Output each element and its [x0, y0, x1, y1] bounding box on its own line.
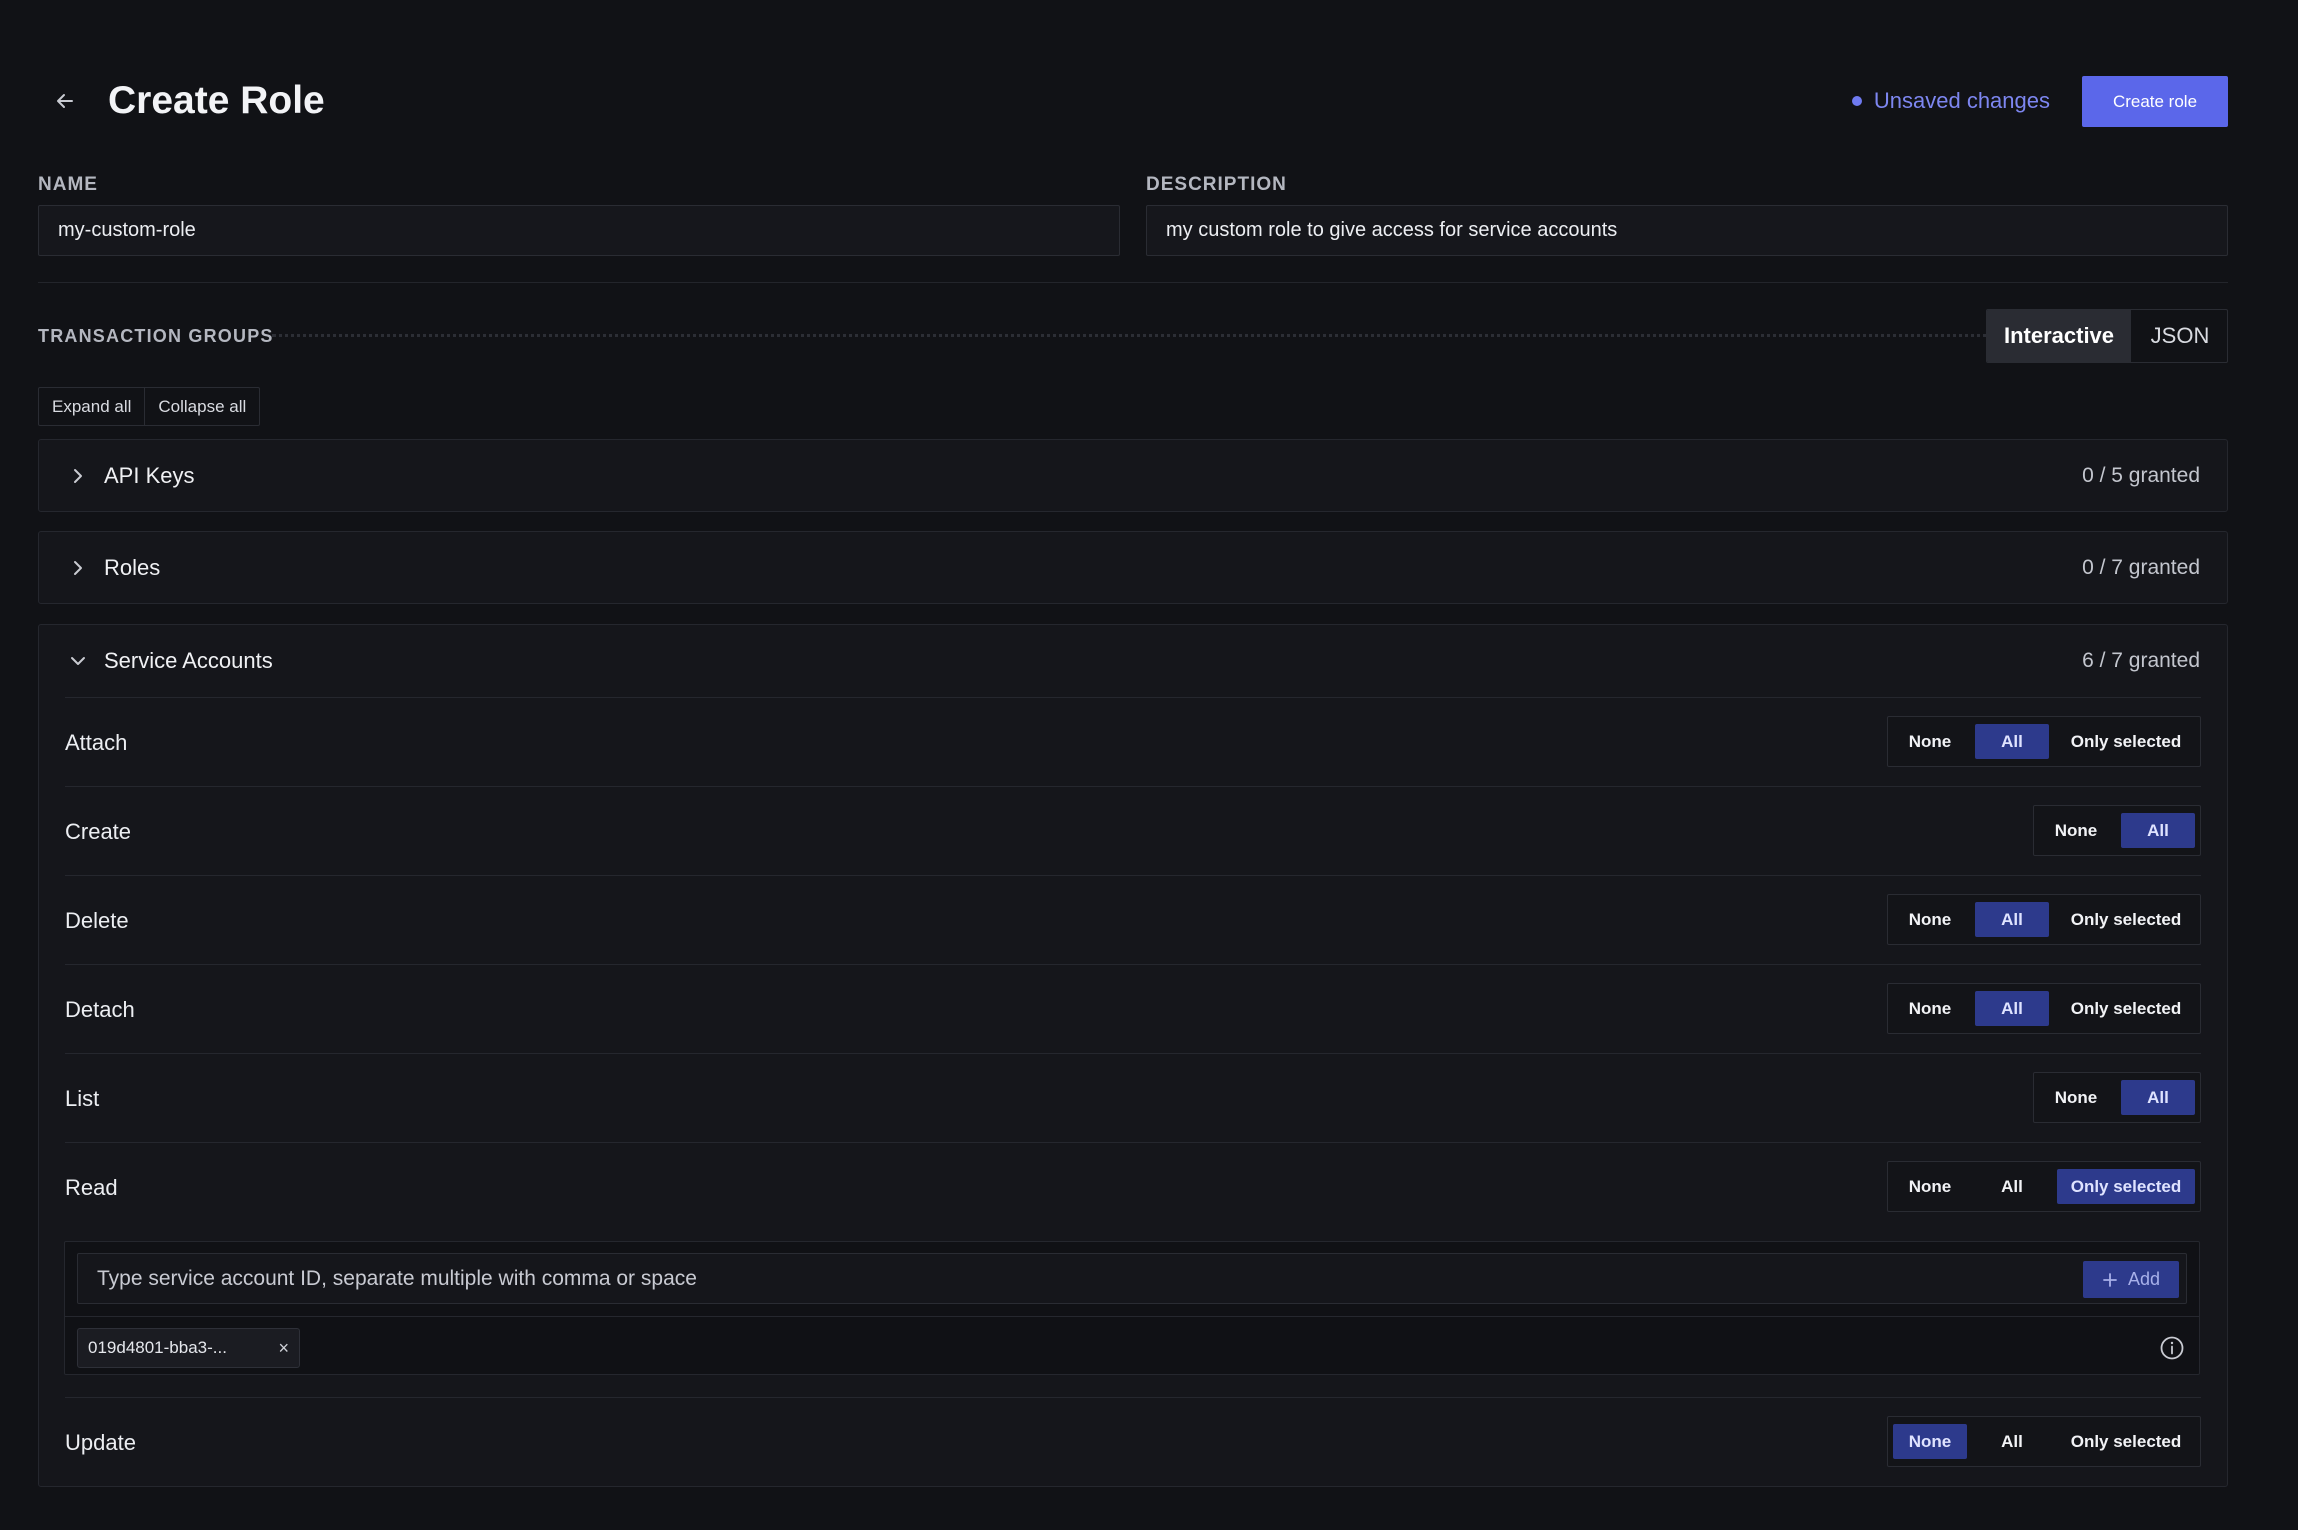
dotted-divider: [272, 334, 2012, 337]
permission-row-update: Update None All Only selected: [65, 1397, 2201, 1486]
info-icon[interactable]: [2159, 1335, 2185, 1361]
unsaved-dot-icon: [1851, 96, 1862, 106]
page-header: Create Role Unsaved changes Create role: [38, 76, 2228, 127]
create-role-page: Create Role Unsaved changes Create role …: [38, 0, 2228, 1530]
transaction-groups-label: TRANSACTION GROUPS: [38, 326, 274, 346]
group-roles-header[interactable]: Roles 0 / 7 granted: [39, 532, 2227, 604]
permission-name: Delete: [65, 908, 129, 933]
scope-all-option[interactable]: All: [1975, 724, 2049, 759]
group-name: API Keys: [104, 463, 195, 488]
unsaved-indicator: Unsaved changes: [1851, 76, 2050, 126]
read-selection-box: Add 019d4801-bba3-... ×: [64, 1241, 2200, 1375]
arrow-left-icon: [57, 94, 73, 108]
scope-only-selected-option[interactable]: Only selected: [2057, 724, 2195, 759]
collapse-all-button[interactable]: Collapse all: [144, 388, 259, 425]
permission-scope-toggle: None All Only selected: [1887, 983, 2201, 1034]
group-roles: Roles 0 / 7 granted: [38, 531, 2228, 604]
description-field[interactable]: [1146, 205, 2228, 256]
permission-name: Update: [65, 1430, 136, 1455]
scope-all-option[interactable]: All: [1975, 902, 2049, 937]
divider: [38, 282, 2228, 283]
group-name: Roles: [104, 555, 161, 580]
expand-collapse-group: Expand all Collapse all: [38, 387, 261, 426]
permission-row-create: Create None All: [65, 786, 2201, 875]
permission-row-delete: Delete None All Only selected: [65, 875, 2201, 964]
scope-none-option[interactable]: None: [1893, 1169, 1967, 1204]
permission-scope-toggle: None All Only selected: [1887, 716, 2201, 767]
scope-only-selected-option[interactable]: Only selected: [2057, 1424, 2195, 1459]
add-label: Add: [2127, 1269, 2161, 1289]
view-toggle: Interactive JSON: [1986, 309, 2228, 363]
remove-chip-icon[interactable]: ×: [278, 1338, 289, 1359]
name-field[interactable]: [38, 205, 1120, 256]
permission-scope-toggle: None All: [2033, 1072, 2201, 1123]
scope-only-selected-option[interactable]: Only selected: [2057, 902, 2195, 937]
scope-none-option[interactable]: None: [1893, 991, 1967, 1026]
permission-row-read: Read None All Only selected: [65, 1142, 2201, 1231]
scope-all-option[interactable]: All: [2121, 813, 2195, 848]
chevron-down-icon: [71, 657, 85, 665]
chip-label: 019d4801-bba3-...: [88, 1338, 227, 1357]
scope-all-option[interactable]: All: [1975, 1424, 2049, 1459]
scope-only-selected-option[interactable]: Only selected: [2057, 991, 2195, 1026]
service-account-id-input[interactable]: [77, 1253, 2187, 1304]
chevron-right-icon: [74, 561, 82, 575]
scope-none-option[interactable]: None: [2039, 813, 2113, 848]
scope-none-option[interactable]: None: [1893, 902, 1967, 937]
scope-none-option[interactable]: None: [1893, 1424, 1967, 1459]
divider: [65, 1316, 2199, 1317]
group-count: 0 / 5 granted: [2082, 464, 2200, 487]
permission-scope-toggle: None All Only selected: [1887, 1161, 2201, 1212]
expand-all-button[interactable]: Expand all: [39, 388, 144, 425]
permission-scope-toggle: None All: [2033, 805, 2201, 856]
permission-row-detach: Detach None All Only selected: [65, 964, 2201, 1053]
group-service-accounts-header[interactable]: Service Accounts 6 / 7 granted: [39, 625, 2227, 697]
permission-name: Create: [65, 819, 132, 844]
permission-name: Detach: [65, 997, 135, 1022]
name-label: NAME: [38, 174, 98, 195]
group-api-keys-header[interactable]: API Keys 0 / 5 granted: [39, 440, 2227, 512]
group-api-keys: API Keys 0 / 5 granted: [38, 439, 2228, 512]
scope-all-option[interactable]: All: [1975, 991, 2049, 1026]
permission-scope-toggle: None All Only selected: [1887, 1416, 2201, 1467]
view-interactive-button[interactable]: Interactive: [1987, 310, 2131, 362]
add-id-button[interactable]: Add: [2083, 1261, 2179, 1298]
create-role-button[interactable]: Create role: [2082, 76, 2228, 127]
group-name: Service Accounts: [104, 648, 273, 673]
group-count: 0 / 7 granted: [2082, 556, 2200, 579]
back-button[interactable]: [46, 82, 84, 120]
plus-icon: [2103, 1272, 2117, 1287]
permission-row-list: List None All: [65, 1053, 2201, 1142]
view-json-button[interactable]: JSON: [2131, 310, 2227, 362]
chevron-right-icon: [74, 469, 82, 483]
scope-all-option[interactable]: All: [1975, 1169, 2049, 1204]
selected-id-chip: 019d4801-bba3-... ×: [77, 1328, 300, 1368]
unsaved-label: Unsaved changes: [1873, 88, 2050, 113]
permission-name: Read: [65, 1175, 118, 1200]
permission-name: Attach: [65, 730, 128, 755]
permission-scope-toggle: None All Only selected: [1887, 894, 2201, 945]
scope-all-option[interactable]: All: [2121, 1080, 2195, 1115]
scope-none-option[interactable]: None: [2039, 1080, 2113, 1115]
scope-none-option[interactable]: None: [1893, 724, 1967, 759]
permission-name: List: [65, 1086, 100, 1111]
scope-only-selected-option[interactable]: Only selected: [2057, 1169, 2195, 1204]
permission-row-attach: Attach None All Only selected: [65, 697, 2201, 786]
page-title: Create Role: [108, 79, 325, 122]
group-count: 6 / 7 granted: [2082, 649, 2200, 672]
description-label: DESCRIPTION: [1146, 174, 1287, 195]
